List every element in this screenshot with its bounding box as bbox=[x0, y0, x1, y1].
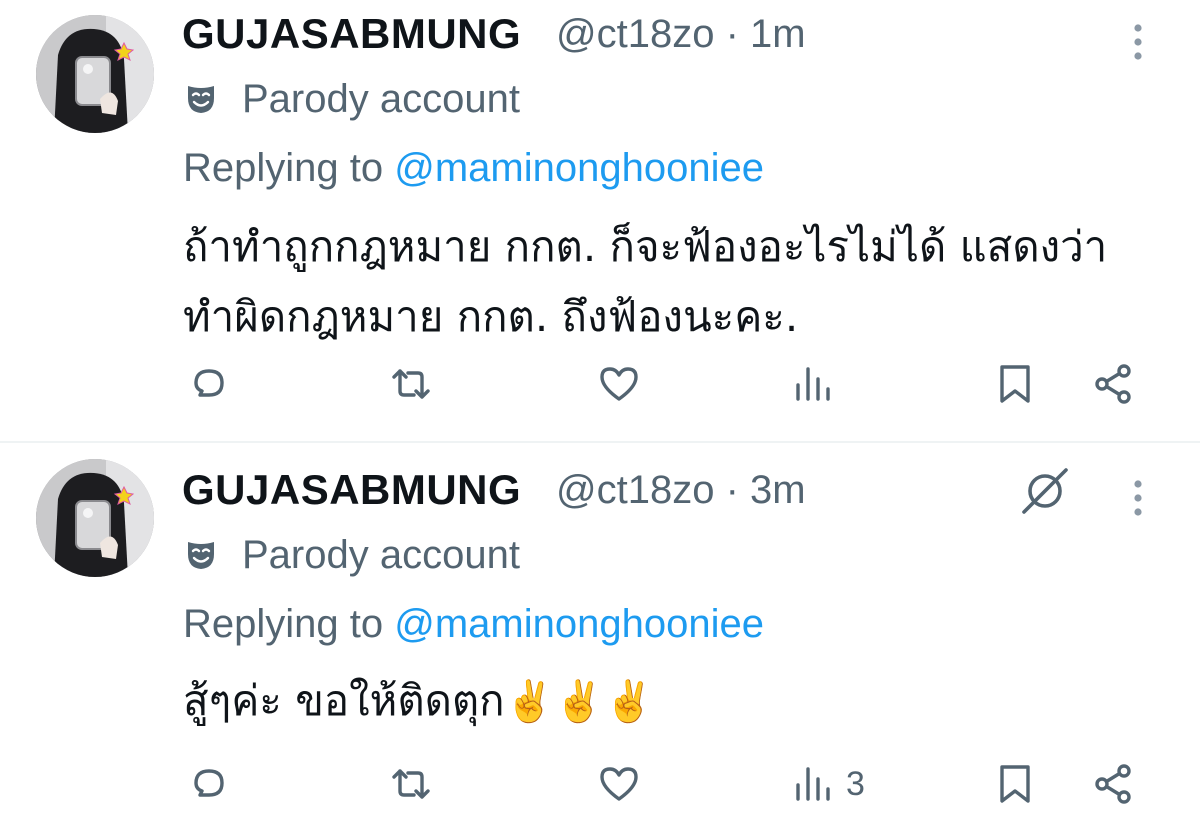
reply-icon bbox=[194, 769, 224, 797]
bookmark-button[interactable] bbox=[992, 360, 1038, 408]
handle-and-time[interactable]: @ct18zo · 3m bbox=[556, 468, 806, 513]
reply-button[interactable] bbox=[186, 760, 232, 808]
repost-icon bbox=[392, 369, 430, 399]
avatar[interactable] bbox=[36, 459, 154, 577]
tweet[interactable]: GUJASABMUNG @ct18zo · 3m Parody account … bbox=[0, 444, 1200, 829]
tweet-text: ถ้าทำถูกกฎหมาย กกต. ก็จะฟ้องอะไรไม่ได้ แ… bbox=[183, 212, 1173, 352]
share-button[interactable] bbox=[1090, 360, 1136, 408]
action-bar: 3 bbox=[0, 752, 1200, 816]
replying-prefix: Replying to bbox=[183, 602, 395, 646]
replying-to: Replying to @maminonghooniee bbox=[183, 602, 764, 647]
reply-button[interactable] bbox=[186, 360, 232, 408]
share-button[interactable] bbox=[1090, 760, 1136, 808]
tweet-text: สู้ๆค่ะ ขอให้ติดตุก✌️✌️✌️ bbox=[183, 666, 1173, 737]
views-icon bbox=[796, 367, 830, 401]
parody-label-text: Parody account bbox=[242, 76, 520, 121]
views-icon bbox=[796, 767, 830, 801]
mask-icon bbox=[188, 542, 214, 569]
tweet[interactable]: GUJASABMUNG @ct18zo · 1m Parody account … bbox=[0, 0, 1200, 442]
bookmark-button[interactable] bbox=[992, 760, 1038, 808]
more-vertical-icon[interactable] bbox=[1124, 20, 1152, 64]
replying-prefix: Replying to bbox=[183, 146, 395, 190]
mention-link[interactable]: @maminonghooniee bbox=[394, 602, 764, 646]
views-button[interactable]: 3 bbox=[790, 760, 865, 808]
views-count: 3 bbox=[846, 764, 865, 803]
display-name[interactable]: GUJASABMUNG bbox=[182, 10, 521, 58]
repost-icon bbox=[392, 769, 430, 799]
parody-label: Parody account bbox=[184, 74, 520, 124]
views-button[interactable] bbox=[790, 360, 846, 408]
avatar[interactable] bbox=[36, 15, 154, 133]
display-name[interactable]: GUJASABMUNG bbox=[182, 466, 521, 514]
handle-and-time[interactable]: @ct18zo · 1m bbox=[556, 12, 806, 57]
like-button[interactable] bbox=[596, 760, 642, 808]
reply-icon bbox=[194, 369, 224, 397]
share-icon bbox=[1095, 764, 1131, 804]
bookmark-icon bbox=[1000, 365, 1030, 403]
parody-label-text: Parody account bbox=[242, 532, 520, 577]
like-button[interactable] bbox=[596, 360, 642, 408]
tweet-divider bbox=[0, 441, 1200, 443]
heart-icon bbox=[600, 767, 638, 801]
repost-button[interactable] bbox=[388, 360, 434, 408]
action-bar bbox=[0, 352, 1200, 416]
bookmark-icon bbox=[1000, 765, 1030, 803]
more-vertical-icon[interactable] bbox=[1124, 476, 1152, 520]
grok-icon[interactable] bbox=[1018, 464, 1072, 518]
tweet-text-line: สู้ๆค่ะ ขอให้ติดตุก bbox=[183, 676, 505, 725]
parody-label: Parody account bbox=[184, 530, 520, 580]
tweet-text-line: ทำผิดกฎหมาย กกต. ถึงฟ้องนะคะ. bbox=[183, 292, 799, 341]
victory-hand-emoji: ✌️✌️✌️ bbox=[504, 679, 655, 725]
tweet-text-line: ถ้าทำถูกกฎหมาย กกต. ก็จะฟ้องอะไรไม่ได้ แ… bbox=[183, 222, 1108, 271]
repost-button[interactable] bbox=[388, 760, 434, 808]
mask-icon bbox=[188, 86, 214, 113]
replying-to: Replying to @maminonghooniee bbox=[183, 146, 764, 191]
share-icon bbox=[1095, 364, 1131, 404]
mention-link[interactable]: @maminonghooniee bbox=[394, 146, 764, 190]
heart-icon bbox=[600, 367, 638, 401]
